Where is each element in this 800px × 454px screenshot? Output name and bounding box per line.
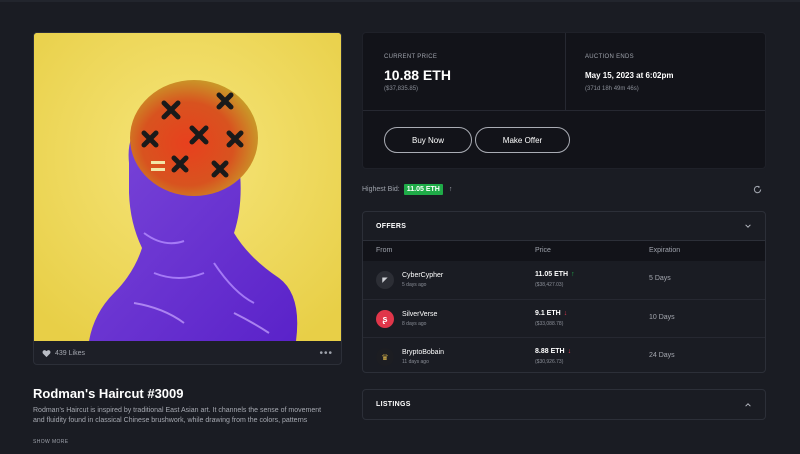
show-more-link[interactable]: SHOW MORE	[33, 439, 69, 445]
offer-price: 9.1 ETH ↓	[535, 310, 568, 317]
nft-title: Rodman's Haircut #3009	[33, 386, 184, 401]
offer-expiration: 10 Days	[649, 314, 675, 321]
chevron-down-icon[interactable]	[744, 222, 752, 230]
panel-divider-horizontal	[363, 110, 765, 111]
offer-from-name[interactable]: BryptoBobain	[402, 349, 444, 356]
column-from: From	[376, 247, 393, 254]
current-price-usd: ($37,835.85)	[384, 86, 419, 92]
listings-title: LISTINGS	[376, 401, 411, 408]
highest-bid-label: Highest Bid:	[362, 185, 400, 193]
offer-time: 8 days ago	[402, 321, 427, 327]
offer-price-usd: ($38,427.03)	[535, 282, 564, 288]
offers-column-headers: From Price Expiration	[363, 241, 765, 261]
offers-list: ◤ CyberCypher 5 days ago 11.05 ETH ↑ ($38…	[363, 261, 765, 372]
offer-price-usd: ($33,088.78)	[535, 321, 564, 327]
table-row[interactable]: ʂ SilverVerse 8 days ago 9.1 ETH ↓ ($33,0…	[363, 299, 765, 337]
listings-panel[interactable]: LISTINGS	[362, 389, 766, 420]
arrow-up-icon: ↑	[571, 271, 575, 278]
offers-header[interactable]: OFFERS	[363, 212, 765, 241]
arrow-down-icon: ↓	[567, 348, 572, 355]
offer-time: 5 days ago	[402, 282, 427, 288]
column-expiration: Expiration	[649, 247, 681, 254]
offers-title: OFFERS	[376, 222, 407, 230]
avatar: ʂ	[376, 310, 394, 328]
highest-bid-badge: 11.05 ETH	[403, 183, 443, 195]
table-row[interactable]: ◤ CyberCypher 5 days ago 11.05 ETH ↑ ($38…	[363, 261, 765, 299]
offer-expiration: 5 Days	[649, 275, 671, 282]
make-offer-button[interactable]: Make Offer	[475, 127, 570, 153]
current-price-label: CURRENT PRICE	[384, 54, 438, 60]
auction-end-date: May 15, 2023 at 6:02pm	[585, 71, 674, 80]
artwork-image[interactable]	[34, 33, 341, 341]
heart-icon[interactable]	[42, 349, 51, 358]
table-row[interactable]: ♛ BryptoBobain 11 days ago 8.88 ETH ↓ ($3…	[363, 337, 765, 372]
chevron-up-icon[interactable]	[744, 401, 752, 409]
refresh-icon[interactable]	[753, 185, 762, 194]
artwork-card: 439 Likes •••	[33, 32, 342, 365]
offer-from-name[interactable]: SilverVerse	[402, 311, 437, 318]
more-icon[interactable]: •••	[319, 348, 333, 359]
offer-from-name[interactable]: CyberCypher	[402, 272, 443, 279]
auction-label: AUCTION ENDS	[585, 54, 634, 60]
buy-now-button[interactable]: Buy Now	[384, 127, 472, 153]
avatar: ◤	[376, 271, 394, 289]
offer-time: 11 days ago	[402, 359, 429, 365]
auction-remaining: (371d 18h 49m 46s)	[585, 86, 639, 92]
offer-price: 11.05 ETH ↑	[535, 271, 575, 278]
arrow-up-icon: ↑	[448, 185, 453, 193]
offers-panel: OFFERS From Price Expiration ◤ CyberCyph…	[362, 211, 766, 373]
likes-bar: 439 Likes •••	[34, 341, 341, 364]
offer-expiration: 24 Days	[649, 352, 675, 359]
top-divider	[0, 0, 800, 2]
likes-count: 439 Likes	[55, 349, 85, 357]
offer-price: 8.88 ETH ↓	[535, 348, 572, 355]
nft-description: Rodman's Haircut is inspired by traditio…	[33, 407, 322, 424]
highest-bid-row: Highest Bid: 11.05 ETH ↑	[362, 182, 766, 196]
avatar: ♛	[376, 348, 394, 366]
panel-divider	[565, 33, 566, 110]
current-price: 10.88 ETH	[384, 67, 451, 83]
price-panel: CURRENT PRICE 10.88 ETH ($37,835.85) AUC…	[362, 32, 766, 169]
column-price: Price	[535, 247, 551, 254]
arrow-down-icon: ↓	[563, 310, 568, 317]
offer-price-usd: ($30,926.73)	[535, 359, 564, 365]
